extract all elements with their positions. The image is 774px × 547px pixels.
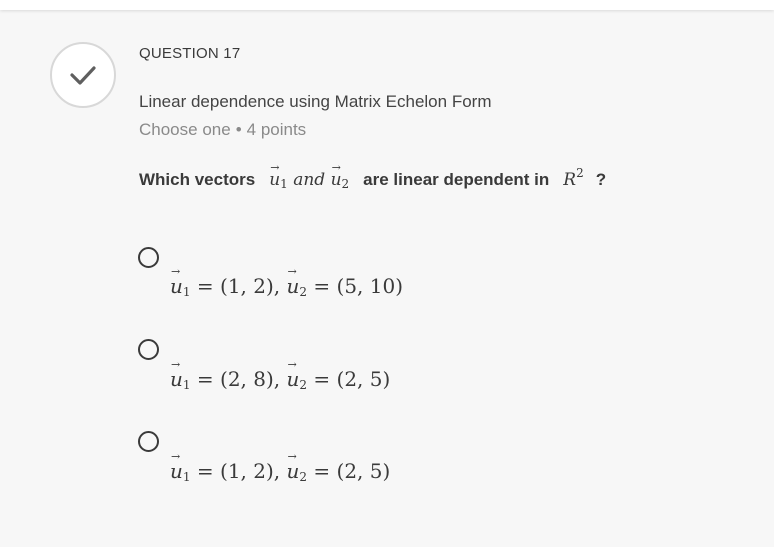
- space-sup: 2: [576, 166, 584, 180]
- option-1-eq1: =: [196, 274, 214, 298]
- option-1-radio[interactable]: [138, 247, 159, 268]
- option-3-comma: ,: [273, 459, 281, 483]
- answered-status-badge: [50, 42, 116, 108]
- option-1-u1-base: u: [170, 265, 183, 298]
- prompt-and-word: and: [293, 170, 326, 190]
- option-3-u2-sub: 2: [299, 470, 308, 484]
- option-3-eq1: =: [196, 459, 214, 483]
- option-2-eq2: =: [313, 367, 331, 391]
- option-3-label[interactable]: u1 = (1, 2), u2 = (2, 5): [170, 450, 391, 484]
- meta-separator: •: [235, 120, 242, 139]
- option-3-radio[interactable]: [138, 431, 159, 452]
- question-title: Linear dependence using Matrix Echelon F…: [139, 92, 492, 111]
- option-1-u1-value: (1, 2): [220, 274, 274, 298]
- checkmark-icon: [70, 66, 96, 85]
- prompt-tail: ?: [595, 170, 607, 189]
- top-bar: [0, 0, 774, 10]
- vector-u2-sub: 2: [341, 177, 350, 191]
- option-1-u2-value: (5, 10): [336, 274, 404, 298]
- prompt-lead: Which vectors: [139, 170, 256, 189]
- option-3-u1-value: (1, 2): [220, 459, 274, 483]
- option-2-label[interactable]: u1 = (2, 8), u2 = (2, 5): [170, 358, 391, 392]
- option-1-eq2: =: [313, 274, 331, 298]
- option-1-u1-sub: 1: [182, 285, 191, 299]
- vector-u1-base: u: [269, 161, 280, 190]
- question-points: 4 points: [246, 120, 307, 139]
- vector-u2-base: u: [331, 161, 342, 190]
- option-3-u2-value: (2, 5): [336, 459, 391, 483]
- option-1-label[interactable]: u1 = (1, 2), u2 = (5, 10): [170, 265, 404, 299]
- option-2-u1-sub: 1: [182, 378, 191, 392]
- option-3-u1-base: u: [170, 450, 183, 483]
- question-number: QUESTION 17: [139, 45, 241, 62]
- option-1-comma: ,: [273, 274, 281, 298]
- option-3-u2-base: u: [287, 450, 300, 483]
- option-1-u2-base: u: [287, 265, 300, 298]
- option-2-u2-base: u: [287, 358, 300, 391]
- option-1-u2-sub: 2: [299, 285, 308, 299]
- option-2-u1-base: u: [170, 358, 183, 391]
- prompt-math-vectors: u1 and u2: [269, 161, 350, 191]
- option-2-radio[interactable]: [138, 339, 159, 360]
- option-2-u2-sub: 2: [299, 378, 308, 392]
- space-base: R: [563, 170, 577, 190]
- prompt-middle: are linear dependent in: [363, 170, 550, 189]
- option-2-u1-value: (2, 8): [220, 367, 274, 391]
- vector-u1-sub: 1: [280, 177, 288, 191]
- option-3-eq2: =: [313, 459, 331, 483]
- question-type: Choose one: [139, 120, 231, 139]
- option-3-u1-sub: 1: [182, 470, 191, 484]
- question-prompt: Which vectorsu1 and u2are linear depende…: [139, 161, 607, 191]
- question-meta: Choose one • 4 points: [139, 120, 306, 140]
- option-2-u2-value: (2, 5): [336, 367, 391, 391]
- prompt-math-space: R2: [563, 166, 583, 190]
- option-2-eq1: =: [196, 367, 214, 391]
- option-2-comma: ,: [273, 367, 281, 391]
